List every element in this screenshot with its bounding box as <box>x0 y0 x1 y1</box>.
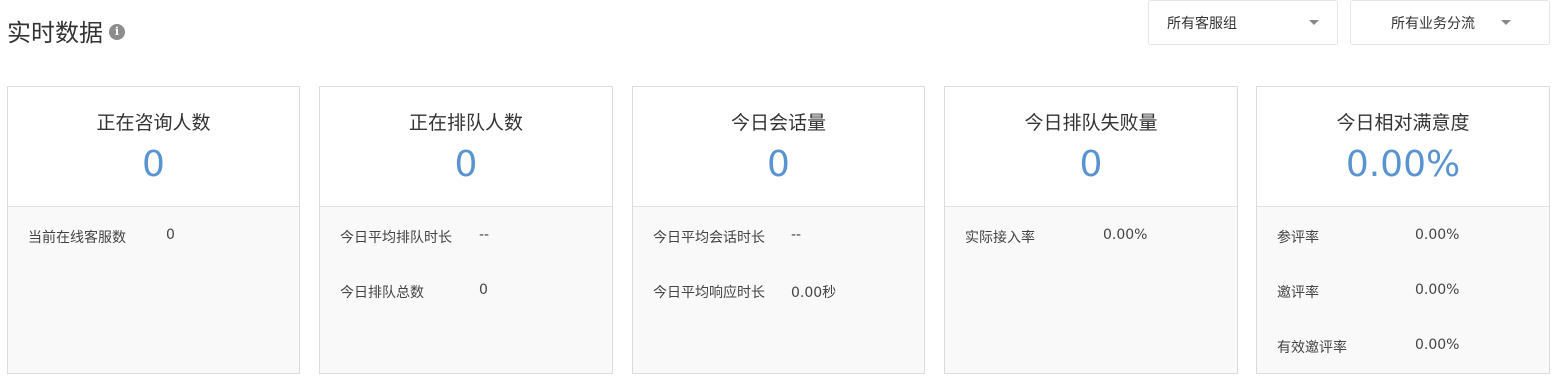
stat-value: 0.00% <box>1103 227 1148 243</box>
stat-label: 今日平均会话时长 <box>653 230 765 246</box>
stat-label: 有效邀评率 <box>1277 340 1347 356</box>
card-consulting-count: 正在咨询人数 0 当前在线客服数 0 <box>7 86 300 374</box>
stat-value: 0 <box>166 227 175 243</box>
card-header: 正在排队人数 0 <box>320 87 612 207</box>
stat-row: 有效邀评率 0.00% <box>1277 337 1539 357</box>
stat-label: 当前在线客服数 <box>28 230 126 246</box>
card-title: 正在排队人数 <box>408 112 523 134</box>
stat-row: 今日排队总数 0 <box>340 282 602 302</box>
card-main-value: 0 <box>142 144 165 185</box>
card-title: 今日排队失败量 <box>1024 112 1158 134</box>
customer-service-group-select-label: 所有客服组 <box>1167 16 1237 32</box>
card-header: 今日排队失败量 0 <box>945 87 1237 207</box>
card-session-volume: 今日会话量 0 今日平均会话时长 -- 今日平均响应时长 0.00秒 <box>632 86 925 374</box>
info-icon[interactable]: i <box>109 23 125 40</box>
card-main-value: 0 <box>454 144 478 185</box>
stat-value: 0 <box>479 282 488 298</box>
card-main-value: 0 <box>1079 144 1103 185</box>
business-routing-select-label: 所有业务分流 <box>1391 16 1475 32</box>
chevron-down-icon <box>1309 20 1319 25</box>
realtime-dashboard: 实时数据 i 所有客服组 所有业务分流 正在咨询人数 0 当前在线客服数 0 正… <box>0 0 1564 380</box>
card-queue-count: 正在排队人数 0 今日平均排队时长 -- 今日排队总数 0 <box>319 86 613 374</box>
card-header: 今日会话量 0 <box>633 87 924 207</box>
page-title: 实时数据 <box>7 18 103 47</box>
stat-label: 参评率 <box>1277 230 1319 246</box>
stat-label: 今日排队总数 <box>340 285 424 301</box>
card-queue-failures: 今日排队失败量 0 实际接入率 0.00% <box>944 86 1238 374</box>
stat-value: 0.00秒 <box>791 285 837 301</box>
stat-value: 0.00% <box>1415 282 1460 298</box>
stat-row: 今日平均会话时长 -- <box>653 227 914 247</box>
card-main-value: 0 <box>767 144 790 185</box>
card-title: 今日会话量 <box>730 112 826 134</box>
stat-row: 实际接入率 0.00% <box>965 227 1227 247</box>
stat-row: 当前在线客服数 0 <box>28 227 289 247</box>
stat-value: 0.00% <box>1415 337 1460 353</box>
card-satisfaction: 今日相对满意度 0.00% 参评率 0.00% 邀评率 0.00% 有效邀评率 … <box>1256 86 1550 374</box>
business-routing-select[interactable]: 所有业务分流 <box>1350 0 1550 45</box>
stat-value: -- <box>791 227 802 243</box>
card-title: 今日相对满意度 <box>1336 112 1470 134</box>
card-title: 正在咨询人数 <box>96 112 211 134</box>
card-main-value: 0.00% <box>1345 144 1461 185</box>
card-header: 今日相对满意度 0.00% <box>1257 87 1549 207</box>
card-header: 正在咨询人数 0 <box>8 87 299 207</box>
stat-row: 今日平均响应时长 0.00秒 <box>653 282 914 302</box>
stat-row: 参评率 0.00% <box>1277 227 1539 247</box>
customer-service-group-select[interactable]: 所有客服组 <box>1148 0 1338 45</box>
stat-label: 实际接入率 <box>965 230 1035 246</box>
stat-label: 今日平均排队时长 <box>340 230 452 246</box>
stat-value: -- <box>479 227 490 243</box>
stat-row: 今日平均排队时长 -- <box>340 227 602 247</box>
stat-label: 今日平均响应时长 <box>653 285 765 301</box>
stat-label: 邀评率 <box>1277 285 1319 301</box>
stat-row: 邀评率 0.00% <box>1277 282 1539 302</box>
chevron-down-icon <box>1501 20 1511 25</box>
stat-value: 0.00% <box>1415 227 1460 243</box>
page-title-container: 实时数据 i <box>7 14 125 47</box>
